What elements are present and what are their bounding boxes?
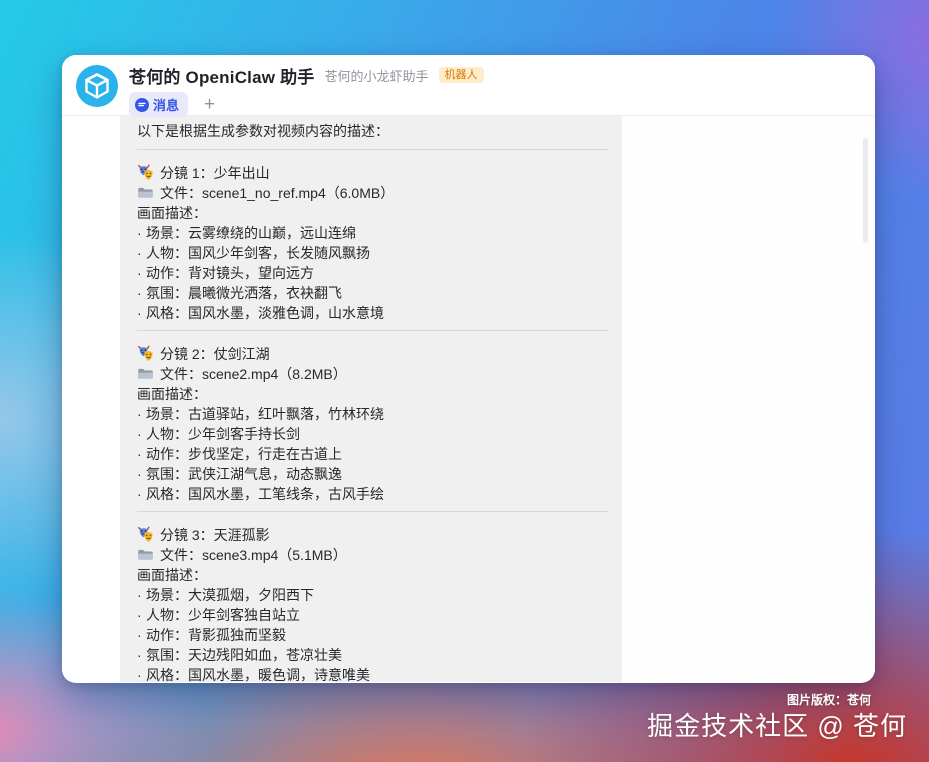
message-divider <box>137 149 608 150</box>
scene-bullet: ·动作：背对镜头，望向远方 <box>137 263 608 283</box>
message-intro: 以下是根据生成参数对视频内容的描述： <box>137 121 608 141</box>
performing-arts-masks-icon <box>137 345 154 362</box>
message-scenes: 分镜 1：少年出山 文件：scene1_no_ref.mp4（6.0MB） 画面… <box>137 163 608 682</box>
scene-bullet: ·人物：少年剑客手持长剑 <box>137 424 608 444</box>
scene-bullet: ·风格：国风水墨，工笔线条，古风手绘 <box>137 484 608 504</box>
scene-bullet: ·人物：国风少年剑客，长发随风飘扬 <box>137 243 608 263</box>
scene-title: 分镜 1：少年出山 <box>160 165 270 181</box>
message-divider <box>137 511 608 512</box>
scrollbar-thumb[interactable] <box>863 138 868 243</box>
scene-bullet: ·风格：国风水墨，淡雅色调，山水意境 <box>137 303 608 323</box>
scene-title-line: 分镜 3：天涯孤影 <box>137 525 608 545</box>
chat-window: 苍何的 OpeniClaw 助手 苍何的小龙虾助手 机器人 消息 + 以下是根据… <box>62 55 875 683</box>
scene-bullet: ·氛围：天边残阳如血，苍凉壮美 <box>137 645 608 665</box>
scene-desc-label: 画面描述： <box>137 384 608 404</box>
scene-file: 文件：scene3.mp4（5.1MB） <box>160 547 347 563</box>
performing-arts-masks-icon <box>137 164 154 181</box>
scene-bullet: ·场景：云雾缭绕的山巅，远山连绵 <box>137 223 608 243</box>
bot-message-bubble: 以下是根据生成参数对视频内容的描述： 分镜 1：少年出山 <box>120 116 622 682</box>
scene-file-line: 文件：scene3.mp4（5.1MB） <box>137 545 608 565</box>
community-watermark: 掘金技术社区 @ 苍何 <box>647 706 907 743</box>
add-tab-button[interactable]: + <box>204 96 215 114</box>
folder-icon <box>137 365 154 382</box>
scene-bullets: ·场景：大漠孤烟，夕阳西下·人物：少年剑客独自站立·动作：背影孤独而坚毅·氛围：… <box>137 585 608 682</box>
scene-bullet: ·氛围：晨曦微光洒落，衣袂翻飞 <box>137 283 608 303</box>
scene-bullet: ·风格：国风水墨，暖色调，诗意唯美 <box>137 665 608 682</box>
message-divider <box>137 330 608 331</box>
scene-bullet: ·场景：大漠孤烟，夕阳西下 <box>137 585 608 605</box>
bot-subtitle: 苍何的小龙虾助手 <box>325 66 429 85</box>
bot-avatar[interactable] <box>76 65 118 107</box>
scene-bullet: ·氛围：武侠江湖气息，动态飘逸 <box>137 464 608 484</box>
scene-bullet: ·动作：背影孤独而坚毅 <box>137 625 608 645</box>
scene-desc-label: 画面描述： <box>137 565 608 585</box>
scene-file-line: 文件：scene1_no_ref.mp4（6.0MB） <box>137 183 608 203</box>
scene-block: 分镜 2：仗剑江湖 文件：scene2.mp4（8.2MB） 画面描述： ·场景… <box>137 344 608 512</box>
scene-bullet: ·动作：步伐坚定，行走在古道上 <box>137 444 608 464</box>
cube-icon <box>76 65 118 107</box>
bot-type-badge: 机器人 <box>439 67 484 83</box>
performing-arts-masks-icon <box>137 526 154 543</box>
scene-title: 分镜 3：天涯孤影 <box>160 527 270 543</box>
scene-title: 分镜 2：仗剑江湖 <box>160 346 270 362</box>
chat-content: 以下是根据生成参数对视频内容的描述： 分镜 1：少年出山 <box>62 116 875 682</box>
bot-title: 苍何的 OpeniClaw 助手 <box>129 63 315 88</box>
scene-desc-label: 画面描述： <box>137 203 608 223</box>
tab-messages[interactable]: 消息 <box>129 92 188 117</box>
scene-bullets: ·场景：云雾缭绕的山巅，远山连绵·人物：国风少年剑客，长发随风飘扬·动作：背对镜… <box>137 223 608 323</box>
scene-file: 文件：scene2.mp4（8.2MB） <box>160 366 347 382</box>
folder-icon <box>137 184 154 201</box>
scene-block: 分镜 1：少年出山 文件：scene1_no_ref.mp4（6.0MB） 画面… <box>137 163 608 331</box>
chat-empty-area <box>622 116 875 682</box>
scene-title-line: 分镜 2：仗剑江湖 <box>137 344 608 364</box>
scene-file-line: 文件：scene2.mp4（8.2MB） <box>137 364 608 384</box>
tab-messages-label: 消息 <box>153 95 179 114</box>
scene-title-line: 分镜 1：少年出山 <box>137 163 608 183</box>
bot-profile-header: 苍何的 OpeniClaw 助手 苍何的小龙虾助手 机器人 消息 + <box>62 55 875 116</box>
chat-bubble-icon <box>135 98 149 112</box>
scene-bullet: ·场景：古道驿站，红叶飘落，竹林环绕 <box>137 404 608 424</box>
folder-icon <box>137 546 154 563</box>
avatar-gutter <box>62 116 120 682</box>
scene-bullet: ·人物：少年剑客独自站立 <box>137 605 608 625</box>
tab-bar: 消息 + <box>129 92 484 117</box>
scene-bullets: ·场景：古道驿站，红叶飘落，竹林环绕·人物：少年剑客手持长剑·动作：步伐坚定，行… <box>137 404 608 504</box>
scene-file: 文件：scene1_no_ref.mp4（6.0MB） <box>160 185 394 201</box>
scene-block: 分镜 3：天涯孤影 文件：scene3.mp4（5.1MB） 画面描述： ·场景… <box>137 525 608 682</box>
